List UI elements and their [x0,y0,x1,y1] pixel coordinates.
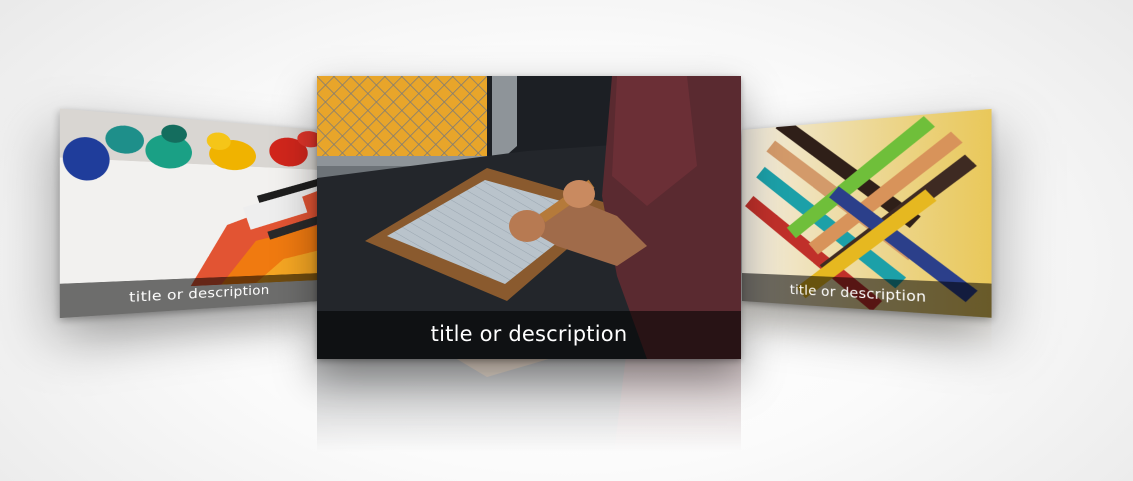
slide-reflection-center: title or description [317,359,741,469]
carousel: title or description title or descriptio… [0,0,1133,481]
carousel-slide-right[interactable]: title or description [742,108,992,318]
carousel-slide-left[interactable]: title or description [59,108,320,319]
carousel-slide-active[interactable]: title or description [317,76,741,359]
slide-caption: title or description [317,311,741,359]
